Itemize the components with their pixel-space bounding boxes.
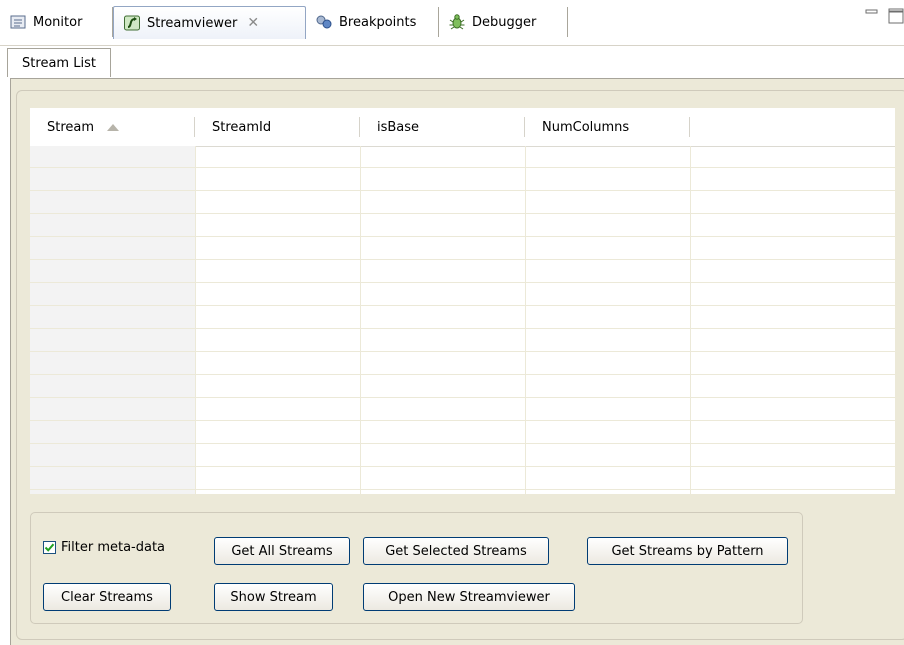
table-row-divider [30,190,895,191]
table-row-divider [30,282,895,283]
maximize-icon[interactable] [887,8,904,24]
table-column-divider [195,146,196,494]
stream-table[interactable]: Stream StreamId isBase NumColumns [30,108,895,494]
sort-ascending-icon [107,123,120,131]
table-body[interactable] [30,146,895,494]
table-row-divider [30,489,895,490]
column-header-streamid[interactable]: StreamId [195,108,360,146]
table-row-divider [30,213,895,214]
open-new-streamviewer-button[interactable]: Open New Streamviewer [363,583,575,611]
stream-column-background [30,146,195,494]
table-row-divider [30,397,895,398]
close-icon[interactable]: ✕ [247,15,259,31]
table-row-divider [30,351,895,352]
view-tab-bar: Monitor Streamviewer ✕ Breakpoints Debug… [0,0,904,46]
breakpoints-icon [316,15,332,29]
minimize-icon[interactable] [865,8,879,20]
table-row-divider [30,305,895,306]
table-header: Stream StreamId isBase NumColumns [30,108,895,147]
tab-debugger[interactable]: Debugger [439,7,568,37]
column-header-numcolumns[interactable]: NumColumns [525,108,690,146]
show-stream-button[interactable]: Show Stream [214,583,333,611]
streamviewer-icon [124,15,140,31]
table-column-divider [525,146,526,494]
table-row-divider [30,443,895,444]
column-header-label: StreamId [212,119,272,135]
filter-meta-data-checkbox[interactable] [43,541,56,554]
column-header-stream[interactable]: Stream [30,108,195,146]
tab-stream-list[interactable]: Stream List [7,48,111,77]
table-column-divider [690,146,691,494]
table-row-divider [30,167,895,168]
filter-meta-data-label: Filter meta-data [61,540,166,555]
table-row-divider [30,466,895,467]
tab-streamviewer[interactable]: Streamviewer ✕ [113,6,306,39]
table-column-divider [360,146,361,494]
column-header-label: isBase [377,119,420,135]
table-row-divider [30,259,895,260]
tab-label: Breakpoints [339,14,417,30]
get-all-streams-button[interactable]: Get All Streams [214,537,350,565]
tab-breakpoints[interactable]: Breakpoints [306,7,439,37]
table-row-divider [30,420,895,421]
column-header-label: Stream [47,119,95,135]
column-header-isbase[interactable]: isBase [360,108,525,146]
tab-label: Stream List [22,55,96,71]
column-header-label: NumColumns [542,119,630,135]
debugger-icon [449,14,465,30]
clear-streams-button[interactable]: Clear Streams [43,583,171,611]
get-streams-by-pattern-button[interactable]: Get Streams by Pattern [587,537,788,565]
table-row-divider [30,374,895,375]
tab-label: Debugger [472,14,537,30]
checkmark-icon [44,543,55,552]
tab-monitor[interactable]: Monitor [0,7,113,37]
filter-meta-data-option[interactable]: Filter meta-data [43,540,165,555]
tab-label: Streamviewer [147,15,238,31]
tab-label: Monitor [33,14,83,30]
monitor-icon [10,15,26,29]
table-row-divider [30,328,895,329]
column-separator[interactable] [689,117,690,137]
get-selected-streams-button[interactable]: Get Selected Streams [363,537,549,565]
table-row-divider [30,236,895,237]
